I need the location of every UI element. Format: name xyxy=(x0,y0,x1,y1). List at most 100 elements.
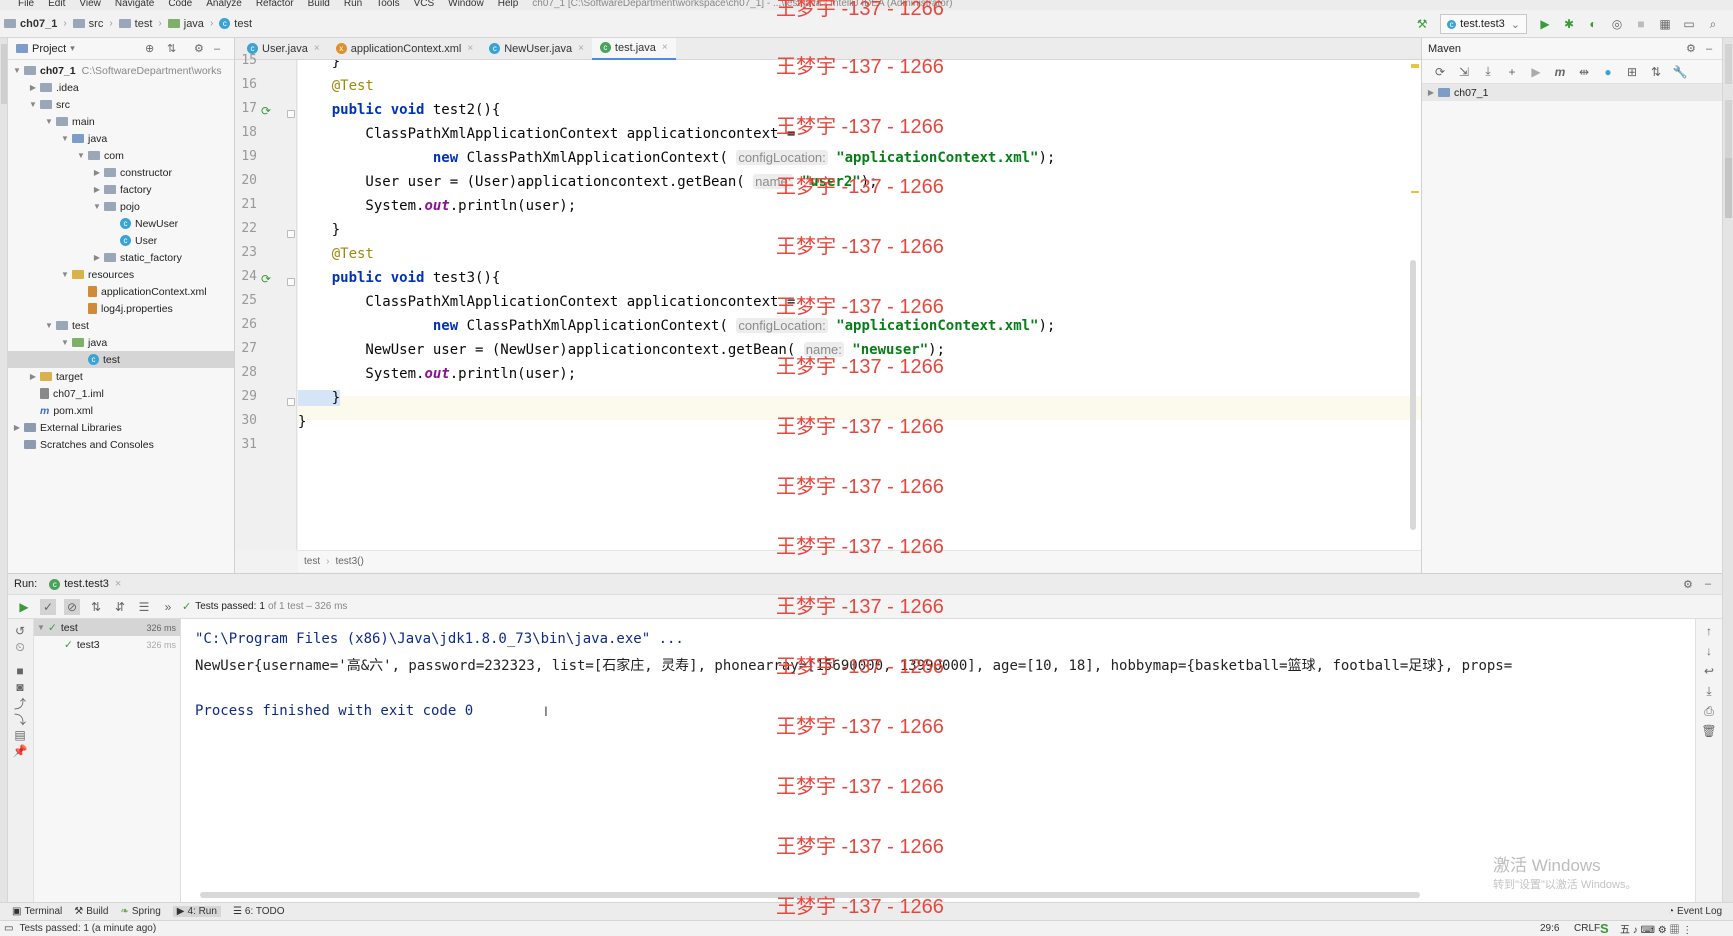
tab-build[interactable]: ⚒ Build xyxy=(74,906,108,917)
hammer-icon[interactable]: ⚒ xyxy=(1414,16,1430,32)
collapse-icon[interactable]: ⇅ xyxy=(1648,64,1664,80)
close-icon[interactable]: × xyxy=(578,43,584,54)
chevron-right-icon[interactable]: ▶ xyxy=(12,423,22,432)
ant-tool-tab[interactable] xyxy=(1725,44,1732,84)
menu-refactor[interactable]: Refactor xyxy=(256,0,294,9)
fold-marker[interactable] xyxy=(287,398,295,406)
show-ignored-icon[interactable]: ⊘ xyxy=(64,598,80,615)
rerun-failed-icon[interactable]: ↺ xyxy=(12,623,28,639)
trash-icon[interactable]: 🗑 xyxy=(1701,723,1717,739)
tab-spring[interactable]: ❧ Spring xyxy=(120,906,160,917)
warning-marker[interactable] xyxy=(1411,64,1419,68)
chevron-down-icon[interactable]: ▼ xyxy=(92,202,102,211)
menu-window[interactable]: Window xyxy=(448,0,484,9)
minimize-icon[interactable]: – xyxy=(1706,43,1712,55)
run-icon[interactable]: ▶ xyxy=(1537,16,1553,32)
menu-run[interactable]: Run xyxy=(344,0,362,9)
search-icon[interactable]: ⌕ xyxy=(1705,16,1721,32)
chevron-down-icon[interactable]: ▼ xyxy=(76,151,86,160)
tree-item-user[interactable]: c User xyxy=(8,232,234,249)
console-output[interactable]: "C:\Program Files (x86)\Java\jdk1.8.0_73… xyxy=(181,619,1695,909)
tab-todo[interactable]: ☰ 6: TODO xyxy=(233,906,285,917)
arrow-up-icon[interactable]: ↑ xyxy=(1701,623,1717,639)
tree-item--idea[interactable]: ▶ .idea xyxy=(8,79,234,96)
tree-item-external-libraries[interactable]: ▶ External Libraries xyxy=(8,419,234,436)
add-icon[interactable]: + xyxy=(1504,64,1520,80)
chevron-down-icon[interactable]: ▼ xyxy=(60,270,70,279)
database-tool-tab[interactable] xyxy=(1725,100,1732,160)
generate-icon[interactable]: ⇲ xyxy=(1456,64,1472,80)
project-structure-icon[interactable]: ▦ xyxy=(1657,16,1673,32)
arrow-down-icon[interactable]: ↓ xyxy=(1701,643,1717,659)
gear-icon[interactable]: ⚙ xyxy=(1686,42,1696,55)
locate-icon[interactable]: ⊕ xyxy=(145,42,154,55)
run-icon[interactable]: ▶ xyxy=(1528,64,1544,80)
stop-icon[interactable]: ■ xyxy=(12,663,28,679)
ime-icon[interactable]: S xyxy=(1600,921,1609,936)
pin-icon[interactable]: 📌 xyxy=(12,743,28,759)
soft-wrap-icon[interactable]: ↩ xyxy=(1701,663,1717,679)
ime-mode-icon[interactable]: 五 ♪ ⌨ ⚙ ▦ ⋮ xyxy=(1620,921,1692,936)
show-dependencies-icon[interactable]: ⊞ xyxy=(1624,64,1640,80)
layout-icon[interactable]: ▭ xyxy=(1681,16,1697,32)
breadcrumb-src[interactable]: src xyxy=(89,18,104,30)
tree-item-newuser[interactable]: c NewUser xyxy=(8,215,234,232)
fold-marker[interactable] xyxy=(287,230,295,238)
tree-item-constructor[interactable]: ▶ constructor xyxy=(8,164,234,181)
expand-all-icon[interactable]: ☰ xyxy=(136,599,152,615)
tree-item-com[interactable]: ▼ com xyxy=(8,147,234,164)
tree-item-pojo[interactable]: ▼ pojo xyxy=(8,198,234,215)
tree-item-src[interactable]: ▼ src xyxy=(8,96,234,113)
profile-icon[interactable]: ◎ xyxy=(1609,16,1625,32)
tree-item-ch07-1[interactable]: ▼ ch07_1 C:\SoftwareDepartment\works xyxy=(8,62,234,79)
menu-tools[interactable]: Tools xyxy=(376,0,399,9)
more-icon[interactable]: » xyxy=(160,599,176,615)
chevron-down-icon[interactable]: ▾ xyxy=(70,43,75,54)
layout-icon[interactable]: ▤ xyxy=(12,727,28,743)
chevron-down-icon[interactable]: ▼ xyxy=(12,66,22,75)
tab-run[interactable]: ▶ 4: Run xyxy=(172,906,221,917)
event-log-button[interactable]: ◔ Event Log xyxy=(1668,906,1722,917)
sort-duration-icon[interactable]: ⇵ xyxy=(112,599,128,615)
sort-alpha-icon[interactable]: ⇅ xyxy=(88,599,104,615)
coverage-icon[interactable]: ◐ xyxy=(1585,16,1601,32)
collapse-icon[interactable]: ⇅ xyxy=(167,42,176,55)
toggle-auto-test-icon[interactable]: ⏲ xyxy=(12,639,28,655)
editor-scrollbar[interactable] xyxy=(1410,260,1416,530)
status-message[interactable]: Tests passed: 1 (a minute ago) xyxy=(19,923,156,934)
tree-item-factory[interactable]: ▶ factory xyxy=(8,181,234,198)
tree-item-java[interactable]: ▼ java xyxy=(8,130,234,147)
tab-newuser-java[interactable]: c NewUser.java × xyxy=(481,38,592,60)
tree-item-java[interactable]: ▼ java xyxy=(8,334,234,351)
tree-item-applicationcontext-xml[interactable]: applicationContext.xml xyxy=(8,283,234,300)
fold-marker[interactable] xyxy=(287,278,295,286)
tree-item-test[interactable]: ▼ test xyxy=(8,317,234,334)
chevron-down-icon[interactable]: ▼ xyxy=(60,338,70,347)
menu-navigate[interactable]: Navigate xyxy=(115,0,154,9)
breadcrumb-class[interactable]: test xyxy=(234,18,252,30)
menu-view[interactable]: View xyxy=(79,0,101,9)
chevron-right-icon[interactable]: ▶ xyxy=(92,168,102,177)
wrench-icon[interactable]: 🔧 xyxy=(1672,64,1688,80)
project-tool-tab[interactable] xyxy=(1,44,7,104)
tree-item-test[interactable]: c test xyxy=(8,351,234,368)
menu-edit[interactable]: Edit xyxy=(48,0,65,9)
fold-marker[interactable] xyxy=(287,110,295,118)
tree-item-pom-xml[interactable]: m pom.xml xyxy=(8,402,234,419)
import-icon[interactable]: ⤵ xyxy=(12,711,28,727)
run-test-icon[interactable]: ⟳ xyxy=(261,272,271,286)
chevron-right-icon[interactable]: ▶ xyxy=(92,185,102,194)
run-test-icon[interactable]: ⟳ xyxy=(261,104,271,118)
console-horizontal-scrollbar[interactable] xyxy=(200,892,1420,898)
chevron-right-icon[interactable]: ▶ xyxy=(28,83,38,92)
menu-file[interactable]: File xyxy=(18,0,34,9)
menu-build[interactable]: Build xyxy=(308,0,330,9)
run-config-select[interactable]: c test.test3 ⌄ xyxy=(1440,14,1527,34)
close-icon[interactable]: × xyxy=(115,578,121,590)
show-passed-icon[interactable]: ✓ xyxy=(40,598,56,615)
maven-project[interactable]: ▶ ch07_1 xyxy=(1422,84,1722,101)
status-toggle-icon[interactable]: ▭ xyxy=(4,923,13,934)
refresh-icon[interactable]: ⟳ xyxy=(1432,64,1448,80)
scroll-to-end-icon[interactable]: ⤓ xyxy=(1701,683,1717,699)
caret-position[interactable]: 29:6 xyxy=(1540,923,1559,934)
